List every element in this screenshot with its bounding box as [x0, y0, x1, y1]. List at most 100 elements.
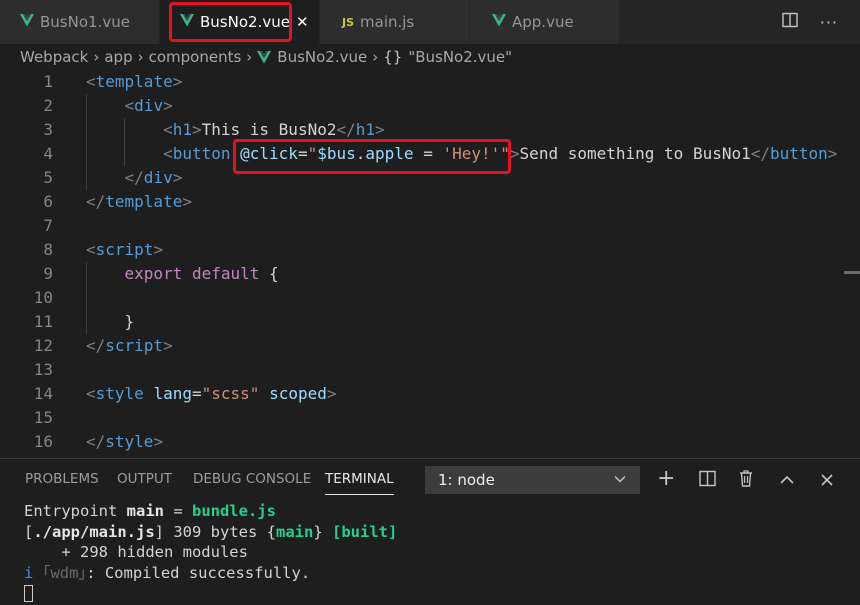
tab-label: BusNo1.vue [40, 13, 130, 31]
line-number: 13 [33, 360, 53, 379]
tab-label: main.js [360, 13, 415, 31]
terminal-select-value: 1: node [438, 471, 495, 489]
breadcrumb-item[interactable]: components [149, 48, 242, 66]
terminal-token: ｢wdm｣ [42, 563, 87, 582]
chevron-down-icon [613, 472, 627, 490]
terminal-output[interactable]: Entrypoint main = bundle.js [./app/main.j… [24, 501, 397, 604]
code-token: > [172, 168, 183, 187]
split-editor-icon[interactable] [782, 12, 798, 32]
code-line[interactable]: 6 </template> [0, 190, 860, 214]
code-token: script [95, 240, 154, 259]
bottom-panel: PROBLEMS OUTPUT DEBUG CONSOLE TERMINAL 1… [0, 458, 860, 605]
code-line[interactable]: 11 } [0, 310, 860, 334]
code-text: </script> [86, 334, 173, 358]
code-line[interactable]: 8 <script> [0, 238, 860, 262]
code-line[interactable]: 12 </script> [0, 334, 860, 358]
line-number: 15 [33, 408, 53, 427]
code-token: } [86, 312, 135, 331]
code-line[interactable]: 13 [0, 358, 860, 382]
line-number: 3 [43, 120, 53, 139]
code-token: > [326, 384, 337, 403]
tab-app-vue[interactable]: App.vue [470, 0, 620, 44]
line-number: 5 [43, 168, 53, 187]
code-token: div [143, 168, 173, 187]
code-line[interactable]: 7 [0, 214, 860, 238]
line-number: 16 [33, 432, 53, 451]
terminal-token: ./app/main.js [33, 522, 155, 541]
code-line[interactable]: 2 <div> [0, 94, 860, 118]
tab-main-js[interactable]: JS main.js [320, 0, 470, 44]
code-line[interactable]: 14 <style lang="scss" scoped> [0, 382, 860, 406]
code-editor[interactable]: 1 <template> 2 <div> 3 <h1>This is BusNo2</… [0, 70, 860, 458]
tab-problems[interactable]: PROBLEMS [25, 471, 99, 487]
code-token: = [191, 384, 202, 403]
line-number: 9 [43, 264, 53, 283]
terminal-token: ] 309 bytes { [154, 522, 276, 541]
code-token: </ [86, 432, 106, 451]
breadcrumb-item[interactable]: Webpack [20, 48, 88, 66]
code-token: > [153, 240, 164, 259]
add-terminal-icon[interactable]: + [657, 468, 675, 490]
trash-icon[interactable] [738, 470, 754, 493]
code-token: 'Hey!' [442, 144, 501, 163]
code-text: <template> [86, 70, 182, 94]
tab-terminal[interactable]: TERMINAL [325, 471, 394, 495]
code-line[interactable]: 4 <button @click="$bus.apple = 'Hey!'">S… [0, 142, 860, 166]
tab-busno2[interactable]: BusNo2.vue ✕ [160, 0, 320, 44]
code-token: </ [750, 144, 770, 163]
code-token: > [153, 432, 164, 451]
js-icon: JS [342, 15, 355, 29]
line-number: 8 [43, 240, 53, 259]
terminal-token: = [163, 502, 192, 520]
code-token: > [827, 144, 838, 163]
code-token: < [163, 144, 173, 163]
breadcrumb-symbol[interactable]: "BusNo2.vue" [408, 48, 512, 66]
chevron-right-icon: › [137, 48, 144, 66]
vue-icon [180, 13, 194, 31]
maximize-panel-icon[interactable] [779, 471, 795, 493]
tab-busno1[interactable]: BusNo1.vue [0, 0, 160, 44]
code-text: <div> [86, 94, 173, 118]
code-token: " [307, 144, 318, 163]
code-token: = [413, 144, 443, 163]
code-token: < [163, 120, 173, 139]
code-line[interactable]: 1 <template> [0, 70, 860, 94]
close-panel-icon[interactable] [820, 471, 834, 493]
code-line[interactable]: 9 export default { [0, 262, 860, 286]
code-line[interactable]: 16 </style> [0, 430, 860, 454]
code-line[interactable]: 15 [0, 406, 860, 430]
terminal-prompt[interactable] [24, 583, 397, 604]
code-token: default [191, 264, 260, 283]
terminal-token: [ [24, 522, 34, 541]
tab-output[interactable]: OUTPUT [117, 471, 172, 487]
terminal-token: i [24, 563, 34, 582]
breadcrumb-item[interactable]: BusNo2.vue [277, 48, 367, 66]
code-line[interactable]: 3 <h1>This is BusNo2</h1> [0, 118, 860, 142]
code-token: </ [336, 120, 356, 139]
code-token: scoped [269, 384, 327, 403]
code-token: = [297, 144, 308, 163]
more-actions-icon[interactable]: ··· [820, 13, 838, 32]
terminal-token: [built] [332, 522, 398, 541]
line-number: 1 [43, 72, 53, 91]
tab-debug-console[interactable]: DEBUG CONSOLE [193, 471, 311, 487]
code-line[interactable]: 10 [0, 286, 860, 310]
chevron-right-icon: › [93, 48, 100, 66]
terminal-select[interactable]: 1: node [425, 466, 640, 494]
code-token: " [500, 144, 510, 163]
breadcrumb-item[interactable]: app [104, 48, 132, 66]
code-token: $bus [317, 144, 356, 163]
line-number: 11 [33, 312, 53, 331]
chevron-right-icon: › [246, 48, 253, 66]
code-text: export default { [86, 262, 279, 286]
code-line[interactable]: 5 </div> [0, 166, 860, 190]
code-token: < [86, 240, 96, 259]
split-terminal-icon[interactable] [699, 470, 716, 493]
close-icon[interactable]: ✕ [296, 13, 309, 31]
code-token: export [124, 264, 183, 283]
code-token: < [86, 384, 96, 403]
code-token: < [124, 96, 135, 115]
